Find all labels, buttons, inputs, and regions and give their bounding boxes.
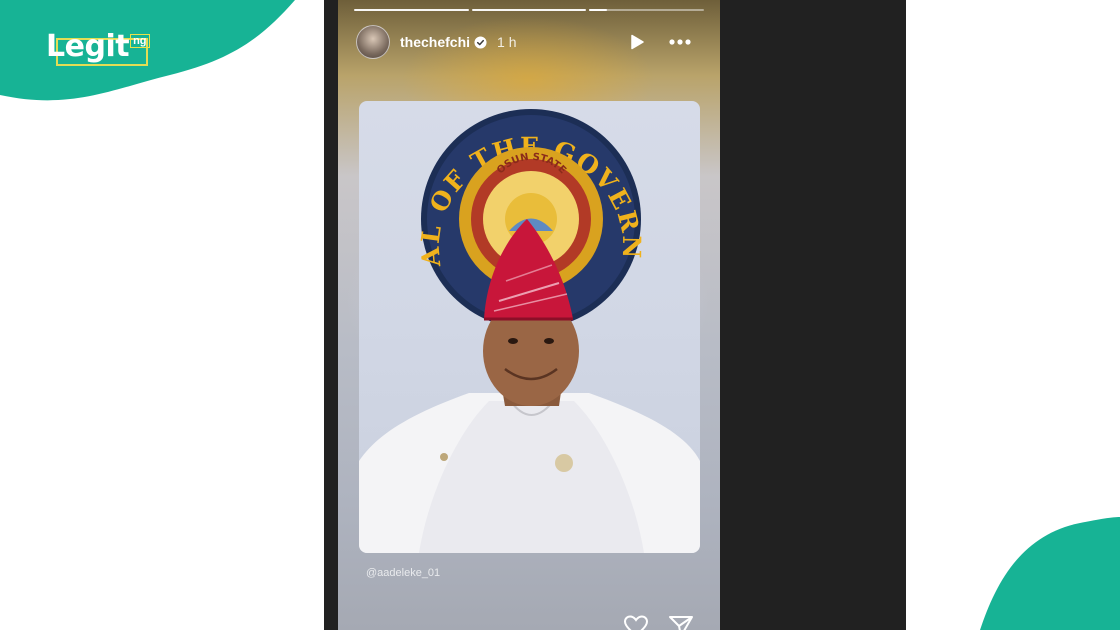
mention-tag[interactable]: @aadeleke_01 [366, 567, 440, 579]
more-options-icon[interactable] [668, 38, 692, 46]
username[interactable]: thechefchi [400, 34, 470, 50]
logo-suffix: ng [130, 34, 150, 48]
story-header: thechefchi 1 h [356, 24, 702, 60]
story-viewer[interactable]: thechefchi 1 h AL OF THE GOVERN OSUN STA… [338, 0, 720, 630]
avatar[interactable] [356, 25, 390, 59]
play-icon[interactable] [628, 33, 646, 51]
progress-fill [589, 9, 607, 11]
send-icon[interactable] [668, 614, 694, 630]
logo-text: Legit [46, 29, 130, 64]
heart-icon[interactable] [623, 615, 649, 630]
verified-badge-icon [474, 35, 487, 49]
story-photo: SEAL OF THE GOVERNOR OSUN STATE [359, 101, 700, 553]
progress-segment [354, 9, 469, 11]
progress-segment [471, 9, 587, 11]
legit-logo[interactable]: Legit ng [46, 30, 150, 64]
brand-blob-bottom [980, 517, 1120, 630]
brand-blob-top [0, 0, 295, 101]
time-ago: 1 h [497, 34, 517, 50]
story-progress-bar [354, 9, 705, 11]
progress-segment-current [589, 9, 705, 11]
